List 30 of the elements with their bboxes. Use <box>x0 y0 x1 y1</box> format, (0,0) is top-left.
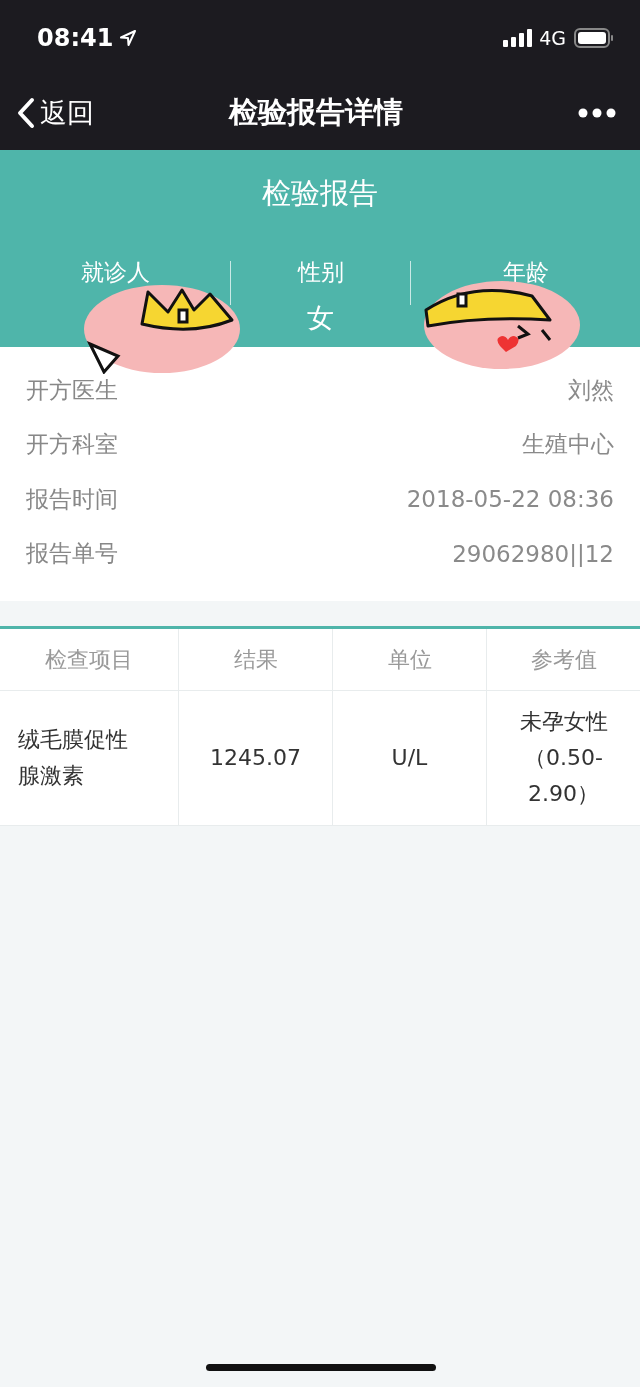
info-label: 开方科室 <box>26 430 118 460</box>
more-icon[interactable] <box>578 107 616 118</box>
table-cell: U/L <box>332 691 486 825</box>
field-label: 就诊人 <box>80 258 150 287</box>
column-header: 检查项目 <box>44 645 134 674</box>
table-cell-text: 绒毛膜促性腺激素 <box>17 726 129 790</box>
battery-icon <box>574 27 614 48</box>
info-value: 29062980||12 <box>452 540 614 567</box>
info-label: 开方医生 <box>26 375 118 405</box>
field-value: 女 <box>307 301 334 335</box>
info-value: 2018-05-22 08:36 <box>406 486 614 513</box>
table-cell: 未孕女性（0.50-2.90） <box>486 691 640 825</box>
status-time: 08:41 <box>37 23 114 52</box>
info-label: 报告时间 <box>26 484 118 514</box>
info-value: 刘然 <box>568 375 614 405</box>
page-title: 检验报告详情 <box>229 93 403 131</box>
back-chevron-icon <box>16 96 36 129</box>
field-label: 年龄 <box>502 258 549 287</box>
column-header: 单位 <box>332 629 486 690</box>
report-title: 检验报告 <box>261 175 379 212</box>
column-header: 结果 <box>178 629 332 690</box>
signal-icon <box>503 28 534 47</box>
network-label: 4G <box>539 26 566 49</box>
back-button[interactable]: 返回 <box>16 94 94 131</box>
field-label: 性别 <box>297 258 344 287</box>
location-arrow-icon <box>119 28 138 47</box>
table-cell: 1245.07 <box>178 691 332 825</box>
column-header: 参考值 <box>486 629 640 690</box>
info-label: 报告单号 <box>26 539 118 569</box>
info-value: 生殖中心 <box>522 430 614 460</box>
